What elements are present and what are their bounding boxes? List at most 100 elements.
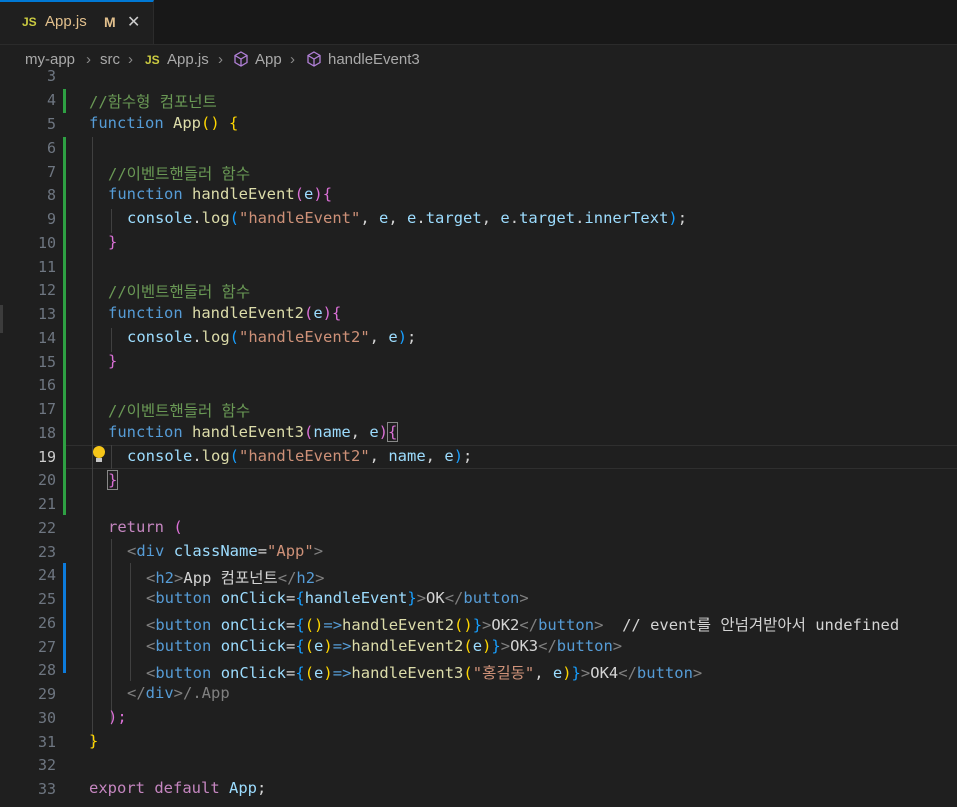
code-line-29[interactable]: </div>/.App — [127, 684, 230, 702]
bracket: } — [407, 589, 417, 607]
line-number: 27 — [37, 638, 56, 656]
punctuation: . — [509, 209, 520, 227]
code-line-33[interactable]: export default App; — [89, 779, 266, 797]
tag-name: button — [155, 664, 212, 682]
code-line-17[interactable]: //이벤트핸들러 함수 — [108, 399, 250, 421]
arrow-operator: => — [332, 664, 352, 682]
code-line-8[interactable]: function handleEvent(e){ — [108, 185, 332, 203]
line-number: 26 — [37, 614, 56, 632]
attribute: onClick — [220, 637, 287, 655]
bracket: () — [201, 114, 220, 132]
code-line-10[interactable]: } — [108, 233, 117, 251]
tag-bracket: < — [127, 542, 137, 560]
punctuation: = — [286, 664, 296, 682]
breadcrumb-folder-src[interactable]: src — [100, 51, 120, 68]
code-line-4[interactable]: //함수형 컴포넌트 — [89, 90, 217, 112]
code-line-22[interactable]: return ( — [108, 518, 183, 536]
function-name: log — [201, 209, 230, 227]
identifier: console — [127, 209, 193, 227]
lightbulb-icon[interactable] — [92, 445, 106, 465]
breadcrumb-symbol-handleevent3[interactable]: handleEvent3 — [328, 51, 420, 68]
code-line-26[interactable]: <button onClick={()=>handleEvent2()}>OK2… — [146, 613, 899, 635]
code-line-15[interactable]: } — [108, 352, 117, 370]
tag-bracket: > — [594, 616, 604, 634]
identifier: e — [407, 209, 417, 227]
arrow-operator: => — [332, 637, 352, 655]
line-number: 10 — [37, 234, 56, 252]
line-number: 32 — [37, 756, 56, 774]
line-number: 12 — [37, 281, 56, 299]
symbol-icon — [233, 51, 249, 71]
code-line-30[interactable]: ); — [108, 708, 127, 726]
line-number: 31 — [37, 733, 56, 751]
tag-bracket: > — [692, 664, 703, 682]
code-line-9[interactable]: console.log("handleEvent", e, e.target, … — [127, 209, 687, 227]
line-number: 33 — [37, 780, 56, 798]
bracket: } — [108, 352, 118, 370]
identifier: e — [552, 664, 563, 682]
bracket: ( — [303, 423, 314, 441]
string: "홍길동" — [472, 664, 535, 682]
indent-guide — [111, 539, 112, 725]
code-line-18[interactable]: function handleEvent3(name, e){ — [108, 422, 399, 442]
chevron-right-icon: › — [290, 51, 295, 68]
breadcrumb-folder-my-app[interactable]: my-app — [25, 51, 75, 68]
function-name: handleEvent2 — [192, 304, 304, 322]
function-name: log — [201, 447, 230, 465]
punctuation: . — [416, 209, 426, 227]
tag-name: button — [556, 637, 613, 655]
line-number: 17 — [37, 400, 56, 418]
bracket: ( — [463, 664, 473, 682]
parameter: e — [313, 304, 323, 322]
tag-name: button — [155, 589, 212, 607]
code-line-28[interactable]: <button onClick={(e)=>handleEvent3("홍길동"… — [146, 661, 702, 683]
punctuation: = — [286, 616, 296, 634]
punctuation: , — [360, 209, 380, 227]
code-line-25[interactable]: <button onClick={handleEvent}>OK</button… — [146, 589, 529, 607]
javascript-file-icon: JS — [22, 15, 37, 29]
bracket: } — [89, 732, 99, 750]
close-icon[interactable]: ✕ — [127, 12, 140, 31]
tag-bracket: </ — [127, 684, 146, 702]
bracket: ( — [304, 637, 315, 655]
indent-guide — [111, 328, 112, 352]
bracket: { — [229, 114, 239, 132]
bracket: { — [332, 304, 342, 322]
breadcrumb-file[interactable]: App.js — [167, 51, 209, 68]
tag-name: div — [145, 684, 174, 702]
code-line-20[interactable]: } — [106, 470, 119, 490]
code-line-19[interactable]: console.log("handleEvent2", name, e); — [127, 447, 472, 465]
code-line-12[interactable]: //이벤트핸들러 함수 — [108, 280, 250, 302]
tag-name: button — [463, 589, 520, 607]
code-line-13[interactable]: function handleEvent2(e){ — [108, 304, 341, 322]
code-line-14[interactable]: console.log("handleEvent2", e); — [127, 328, 416, 346]
code-editor[interactable]: 3 4 5 6 7 8 9 10 11 12 13 14 15 16 17 18… — [0, 67, 957, 807]
breadcrumb-symbol-app[interactable]: App — [255, 51, 282, 68]
code-line-27[interactable]: <button onClick={(e)=>handleEvent2(e)}>O… — [146, 637, 622, 655]
code-line-7[interactable]: //이벤트핸들러 함수 — [108, 162, 250, 184]
tag-bracket: > — [313, 542, 324, 560]
punctuation: , — [369, 328, 389, 346]
keyword: default — [154, 779, 220, 797]
function-name: App — [173, 114, 201, 132]
line-number: 18 — [37, 424, 56, 442]
tag-bracket: < — [146, 569, 156, 587]
tag-bracket: > — [416, 589, 427, 607]
string: "handleEvent2" — [239, 328, 370, 346]
line-number: 29 — [37, 685, 56, 703]
identifier: console — [127, 328, 193, 346]
breadcrumb: my-app › src › JS App.js › App › handleE… — [0, 45, 957, 73]
code-line-24[interactable]: <h2>App 컴포넌트</h2> — [146, 566, 324, 588]
tag-name: button — [155, 637, 212, 655]
code-line-23[interactable]: <div className="App"> — [127, 542, 323, 560]
punctuation: , — [425, 447, 445, 465]
tag-bracket: </ — [277, 569, 297, 587]
tab-app-js[interactable]: JS App.js M ✕ — [0, 0, 154, 44]
code-line-5[interactable]: function App() { — [89, 114, 238, 132]
line-number: 20 — [37, 471, 56, 489]
bracket: ) — [323, 664, 333, 682]
bracket-match-highlight: } — [106, 470, 119, 490]
bracket: } — [491, 637, 501, 655]
code-line-31[interactable]: } — [89, 732, 98, 750]
comment: // event를 안넘겨받아서 undefined — [622, 616, 900, 634]
